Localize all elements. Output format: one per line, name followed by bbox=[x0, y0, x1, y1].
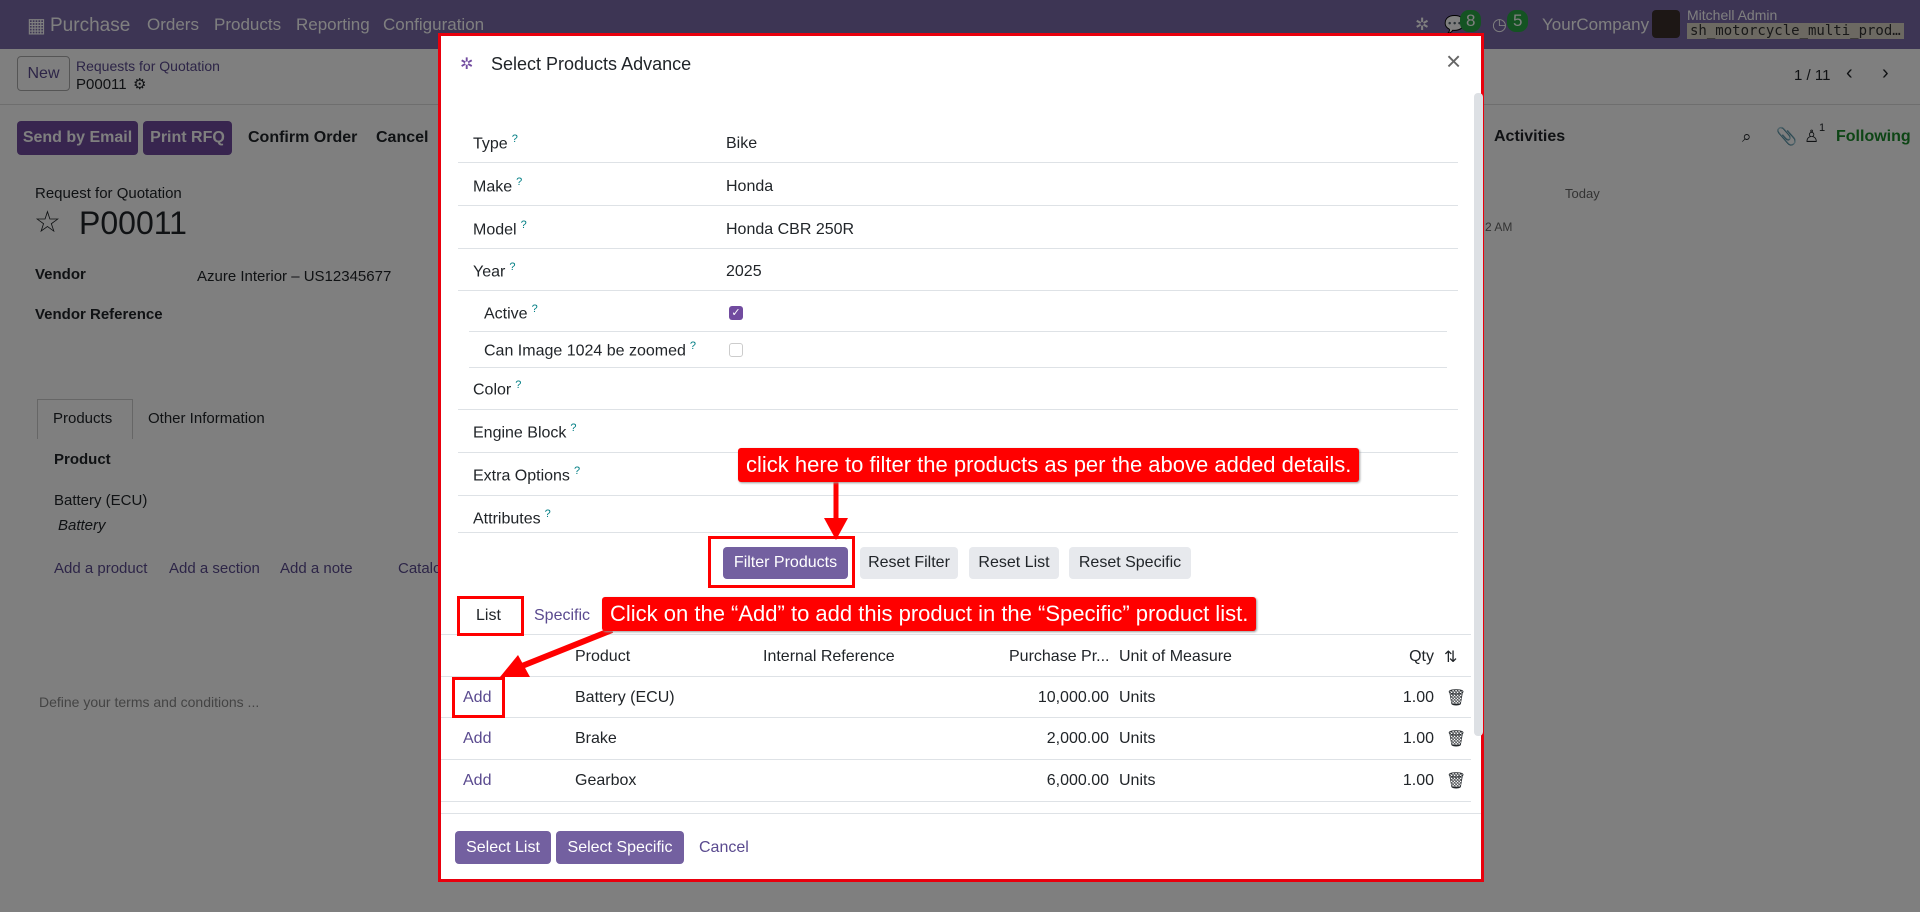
arrowhead bbox=[824, 518, 848, 540]
annotation-add-hint: Click on the “Add” to add this product i… bbox=[602, 597, 1257, 631]
arrow-line bbox=[520, 627, 614, 669]
annotation-filter-hint: click here to filter the products as per… bbox=[738, 448, 1360, 482]
